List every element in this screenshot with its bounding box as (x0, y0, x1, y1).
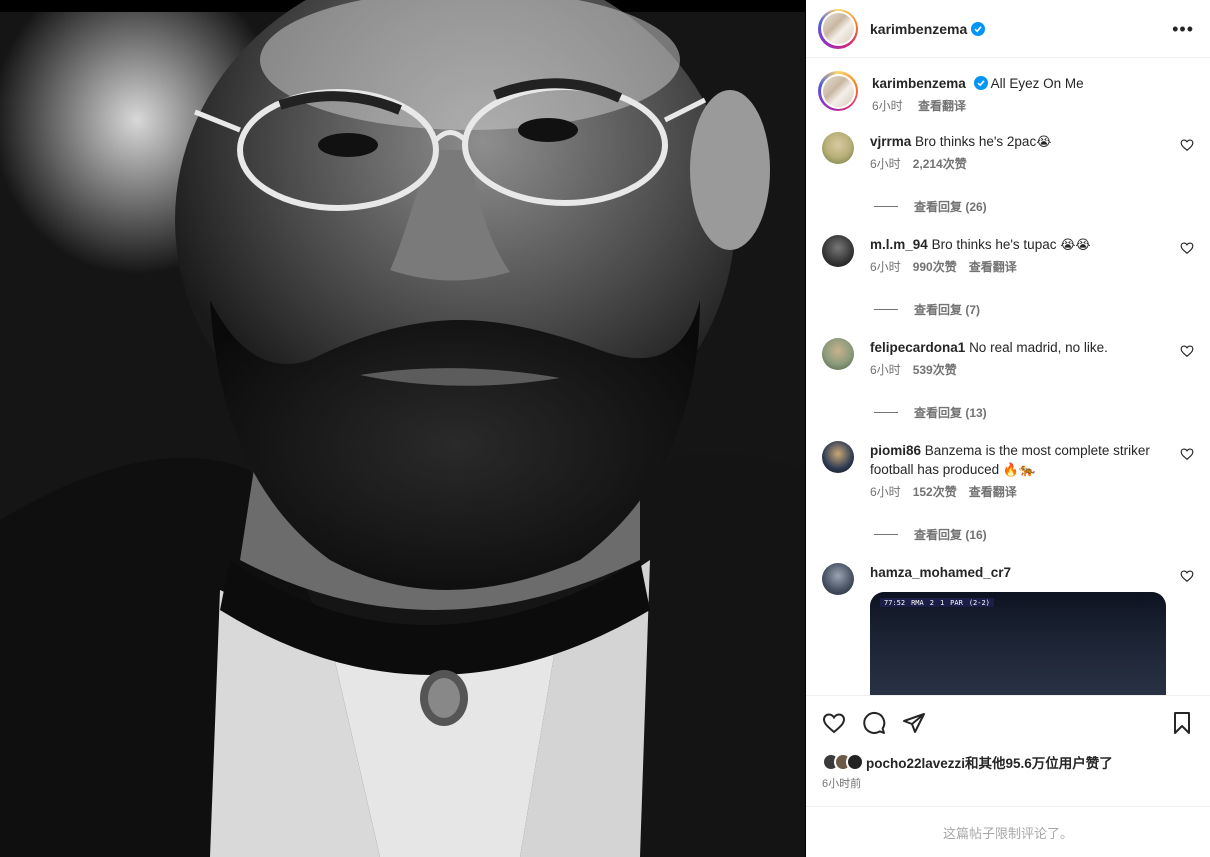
comment-item: m.l.m_94 Bro thinks he's tupac 😭😭 6小时 990… (818, 235, 1194, 338)
comment-translate-link[interactable]: 查看翻译 (969, 260, 1017, 274)
like-comment-heart-icon[interactable] (1180, 569, 1194, 583)
comment-item: felipecardona1 No real madrid, no like. … (818, 338, 1194, 441)
comment-item: piomi86 Banzema is the most complete str… (818, 441, 1194, 563)
commenter-avatar[interactable] (822, 563, 854, 595)
commenter-avatar[interactable] (822, 441, 854, 473)
post-actions: pocho22lavezzi和其他95.6万位用户赞了 6小时前 (806, 695, 1210, 805)
comment-bubble-icon[interactable] (862, 711, 886, 735)
comment-video-thumbnail[interactable]: 77:52 RMA 2 1 PAR (2-2) (870, 592, 1166, 695)
comment-emoji: 🔥🐅 (1002, 462, 1036, 477)
caption: karimbenzema All Eyez On Me 6小时 查看翻译 (818, 71, 1194, 114)
comment-item: hamza_mohamed_cr7 77:52 RMA 2 1 PAR (2-2… (818, 563, 1194, 695)
score-away-team: PAR (950, 598, 963, 607)
comment-text: Bro thinks he's tupac (931, 237, 1057, 252)
liker-avatars (822, 753, 864, 771)
view-replies-label: 查看回复 (13) (914, 406, 987, 420)
caption-username[interactable]: karimbenzema (872, 76, 966, 91)
bookmark-icon[interactable] (1170, 711, 1194, 735)
like-comment-heart-icon[interactable] (1180, 344, 1194, 358)
view-replies-button[interactable]: 查看回复 (13) (874, 404, 1164, 421)
comment-time[interactable]: 6小时 (870, 157, 901, 171)
commenter-username[interactable]: felipecardona1 (870, 340, 965, 355)
view-replies-label: 查看回复 (16) (914, 528, 987, 542)
commenter-username[interactable]: hamza_mohamed_cr7 (870, 565, 1011, 580)
comment-time[interactable]: 6小时 (870, 260, 901, 274)
post-timestamp[interactable]: 6小时前 (822, 775, 1194, 791)
view-replies-label: 查看回复 (7) (914, 303, 981, 317)
comment-text: No real madrid, no like. (969, 340, 1108, 355)
more-options-button[interactable]: ••• (1172, 20, 1194, 38)
caption-avatar[interactable] (818, 71, 858, 111)
comment-time[interactable]: 6小时 (870, 363, 901, 377)
comment-likes[interactable]: 539次赞 (913, 363, 957, 377)
comment-likes[interactable]: 990次赞 (913, 260, 957, 274)
score-home-team: RMA (911, 598, 924, 607)
comment-item: vjrrma Bro thinks he's 2pac😭 6小时 2,214次赞 … (818, 132, 1194, 235)
video-scoreboard: 77:52 RMA 2 1 PAR (2-2) (880, 598, 994, 607)
comment-likes[interactable]: 152次赞 (913, 485, 957, 499)
comments-list[interactable]: karimbenzema All Eyez On Me 6小时 查看翻译 vjr… (806, 59, 1210, 695)
comment-emoji: 😭 (1036, 134, 1052, 149)
commenter-username[interactable]: m.l.m_94 (870, 237, 928, 252)
score-clock: 77:52 (884, 598, 906, 607)
commenter-avatar[interactable] (822, 235, 854, 267)
portrait-photo (0, 0, 805, 857)
commenter-username[interactable]: vjrrma (870, 134, 911, 149)
post-sidebar: karimbenzema ••• karimbenzema All Eyez O… (806, 0, 1210, 857)
view-replies-label: 查看回复 (26) (914, 200, 987, 214)
share-paper-plane-icon[interactable] (902, 711, 926, 735)
comment-emoji: 😭😭 (1060, 237, 1091, 252)
caption-translate-link[interactable]: 查看翻译 (918, 99, 966, 113)
comments-restricted-text: 这篇帖子限制评论了。 (942, 825, 1073, 841)
post-image[interactable] (0, 0, 805, 857)
post-header: karimbenzema ••• (806, 0, 1210, 58)
commenter-avatar[interactable] (822, 132, 854, 164)
score-aggregate: (2-2) (968, 598, 990, 607)
likes-summary[interactable]: pocho22lavezzi和其他95.6万位用户赞了 (822, 752, 1194, 772)
comment-translate-link[interactable]: 查看翻译 (969, 485, 1017, 499)
likes-text: pocho22lavezzi和其他95.6万位用户赞了 (866, 756, 1113, 771)
comment-likes[interactable]: 2,214次赞 (913, 157, 967, 171)
verified-badge-icon (973, 76, 988, 90)
caption-time[interactable]: 6小时 (872, 99, 903, 113)
comment-time[interactable]: 6小时 (870, 485, 901, 499)
caption-text: All Eyez On Me (990, 76, 1084, 91)
commenter-avatar[interactable] (822, 338, 854, 370)
score-home: 2 (929, 598, 934, 607)
verified-badge-icon (971, 21, 986, 36)
like-heart-icon[interactable] (822, 711, 846, 735)
view-replies-button[interactable]: 查看回复 (16) (874, 526, 1164, 543)
commenter-username[interactable]: piomi86 (870, 443, 921, 458)
comments-restricted-notice: 这篇帖子限制评论了。 (806, 806, 1210, 857)
like-comment-heart-icon[interactable] (1180, 241, 1194, 255)
view-replies-button[interactable]: 查看回复 (26) (874, 198, 1164, 215)
comment-text: Bro thinks he's 2pac (915, 134, 1037, 149)
author-avatar[interactable] (818, 8, 858, 49)
score-away: 1 (939, 598, 945, 607)
like-comment-heart-icon[interactable] (1180, 138, 1194, 152)
author-username[interactable]: karimbenzema (870, 21, 967, 37)
view-replies-button[interactable]: 查看回复 (7) (874, 301, 1164, 318)
like-comment-heart-icon[interactable] (1180, 447, 1194, 461)
